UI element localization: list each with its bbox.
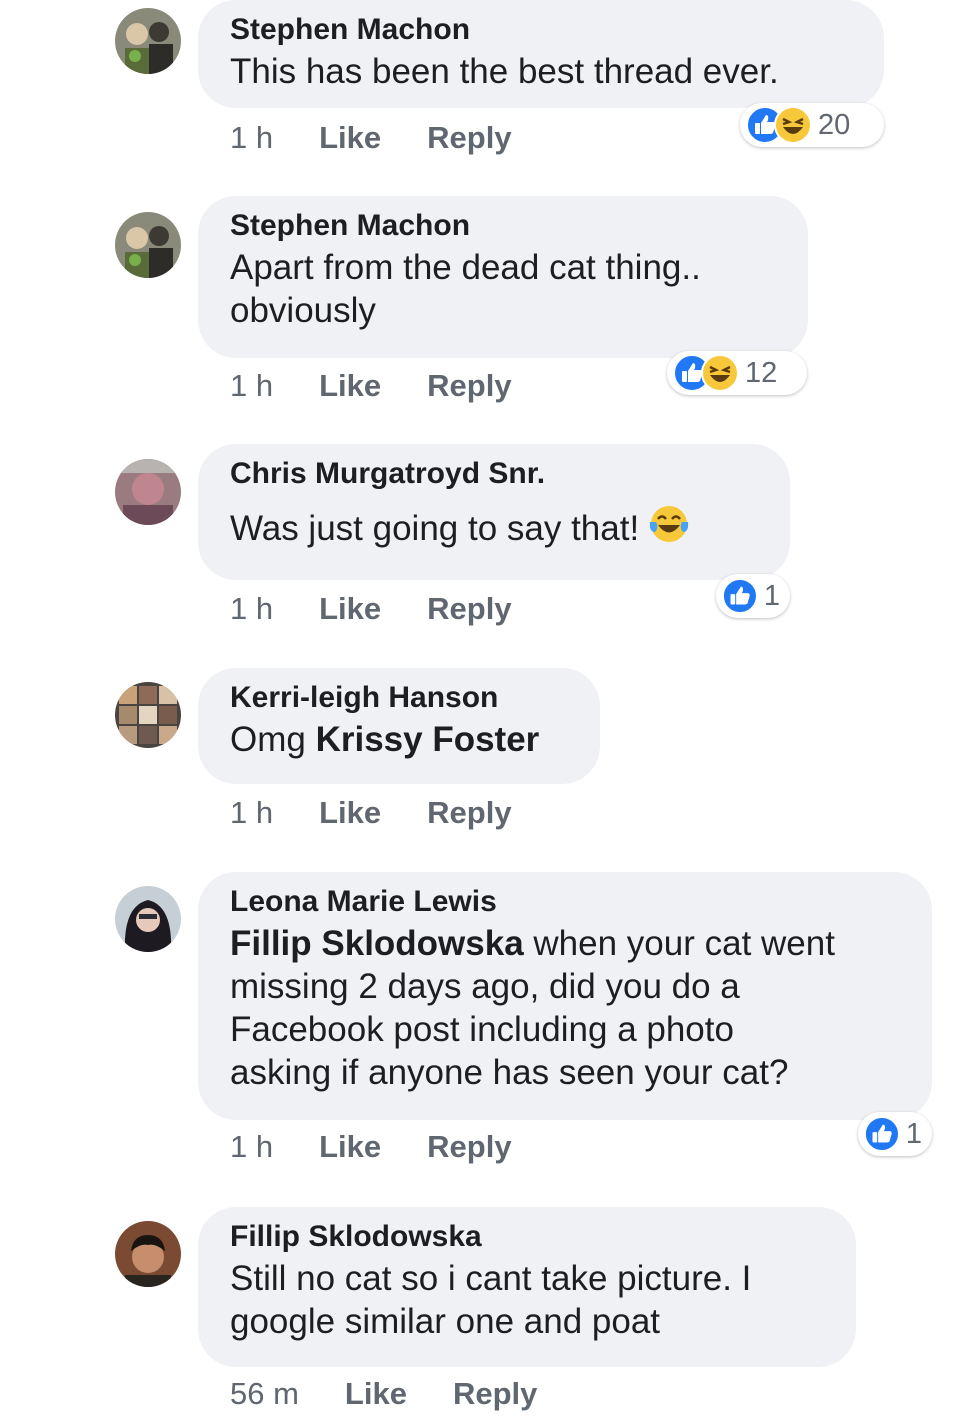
avatar[interactable] (115, 682, 181, 748)
author-name[interactable]: Fillip Sklodowska (230, 1217, 824, 1257)
like-button[interactable]: Like (319, 1129, 381, 1165)
comment-actions: 56 m Like Reply (230, 1376, 583, 1412)
like-icon (722, 578, 758, 614)
comment-text-line: missing 2 days ago, did you do a (230, 967, 740, 1006)
reply-button[interactable]: Reply (427, 368, 511, 404)
reactions-summary[interactable]: 20 (740, 103, 884, 147)
avatar[interactable] (115, 8, 181, 74)
comment-actions: 1 h Like Reply (230, 1129, 558, 1165)
author-name[interactable]: Stephen Machon (230, 206, 776, 246)
comment-text-line: Still no cat so i cant take picture. I (230, 1259, 752, 1298)
timestamp[interactable]: 56 m (230, 1376, 299, 1412)
avatar[interactable] (115, 886, 181, 952)
avatar[interactable] (115, 1221, 181, 1287)
reply-button[interactable]: Reply (427, 591, 511, 627)
reaction-count: 1 (763, 579, 780, 612)
comment-actions: 1 h Like Reply (230, 368, 558, 404)
comment-bubble: Fillip Sklodowska Still no cat so i cant… (198, 1207, 856, 1367)
reply-button[interactable]: Reply (427, 120, 511, 156)
comment-text-line: Facebook post including a photo (230, 1010, 734, 1049)
timestamp[interactable]: 1 h (230, 591, 273, 627)
comment-bubble: Leona Marie Lewis Fillip Sklodowska when… (198, 872, 932, 1120)
avatar[interactable] (115, 459, 181, 525)
like-button[interactable]: Like (319, 120, 381, 156)
comment-bubble: Stephen Machon This has been the best th… (198, 0, 884, 108)
timestamp[interactable]: 1 h (230, 368, 273, 404)
haha-icon (701, 354, 739, 392)
mention-link[interactable]: Krissy Foster (316, 720, 540, 759)
tears-of-joy-emoji (650, 506, 689, 542)
like-button[interactable]: Like (345, 1376, 407, 1412)
like-button[interactable]: Like (319, 795, 381, 831)
like-button[interactable]: Like (319, 591, 381, 627)
comment-text-content: when your cat went (533, 924, 835, 963)
reactions-summary[interactable]: 1 (858, 1112, 932, 1156)
reply-button[interactable]: Reply (427, 1129, 511, 1165)
author-name[interactable]: Chris Murgatroyd Snr. (230, 454, 758, 494)
comment-bubble: Chris Murgatroyd Snr. Was just going to … (198, 444, 790, 580)
author-name[interactable]: Leona Marie Lewis (230, 882, 900, 922)
avatar[interactable] (115, 212, 181, 278)
comment-text-content: Was just going to say that! (230, 509, 640, 548)
comment-text-line: obviously (230, 291, 376, 330)
reply-button[interactable]: Reply (427, 795, 511, 831)
reaction-count: 12 (745, 356, 778, 389)
reactions-summary[interactable]: 1 (716, 574, 790, 618)
reaction-count: 1 (905, 1117, 922, 1150)
author-name[interactable]: Kerri-leigh Hanson (230, 678, 568, 718)
comment-bubble: Stephen Machon Apart from the dead cat t… (198, 196, 808, 358)
comment-actions: 1 h Like Reply (230, 120, 558, 156)
comment-text-line: google similar one and poat (230, 1302, 661, 1341)
reactions-summary[interactable]: 12 (667, 351, 807, 395)
author-name[interactable]: Stephen Machon (230, 10, 852, 50)
comment-actions: 1 h Like Reply (230, 591, 558, 627)
comment-text-line: asking if anyone has seen your cat? (230, 1053, 789, 1092)
comment-text: Was just going to say that! (230, 502, 758, 550)
comment-text: This has been the best thread ever. (230, 52, 779, 91)
like-icon (864, 1116, 900, 1152)
like-button[interactable]: Like (319, 368, 381, 404)
timestamp[interactable]: 1 h (230, 120, 273, 156)
comment-bubble: Kerri-leigh Hanson Omg Krissy Foster (198, 668, 600, 784)
timestamp[interactable]: 1 h (230, 1129, 273, 1165)
comment-actions: 1 h Like Reply (230, 795, 558, 831)
reaction-count: 20 (818, 108, 851, 141)
reply-button[interactable]: Reply (453, 1376, 537, 1412)
comment-text-line: Apart from the dead cat thing.. (230, 248, 701, 287)
timestamp[interactable]: 1 h (230, 795, 273, 831)
comment-text-content: Omg (230, 720, 306, 759)
comment-text: Omg Krissy Foster (230, 718, 568, 761)
comment-text-line: Fillip Sklodowska when your cat went (230, 922, 900, 965)
haha-icon (774, 106, 812, 144)
mention-link[interactable]: Fillip Sklodowska (230, 924, 524, 963)
